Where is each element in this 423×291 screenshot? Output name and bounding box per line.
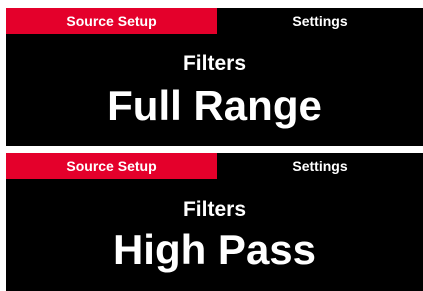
tab-source-setup[interactable]: Source Setup <box>6 8 217 34</box>
parameter-label: Filters <box>182 52 247 75</box>
tab-source-setup[interactable]: Source Setup <box>6 153 217 179</box>
tab-settings[interactable]: Settings <box>217 153 423 179</box>
display-panel-2: Source Setup Settings Filters High Pass <box>6 153 423 291</box>
parameter-label: Filters <box>182 198 247 221</box>
display-panel-1: Source Setup Settings Filters Full Range <box>6 8 423 146</box>
tab-bar: Source Setup Settings <box>6 153 423 179</box>
parameter-value: Full Range <box>107 82 322 129</box>
parameter-value: High Pass <box>112 226 317 273</box>
tab-settings[interactable]: Settings <box>217 8 423 34</box>
tab-bar: Source Setup Settings <box>6 8 423 34</box>
